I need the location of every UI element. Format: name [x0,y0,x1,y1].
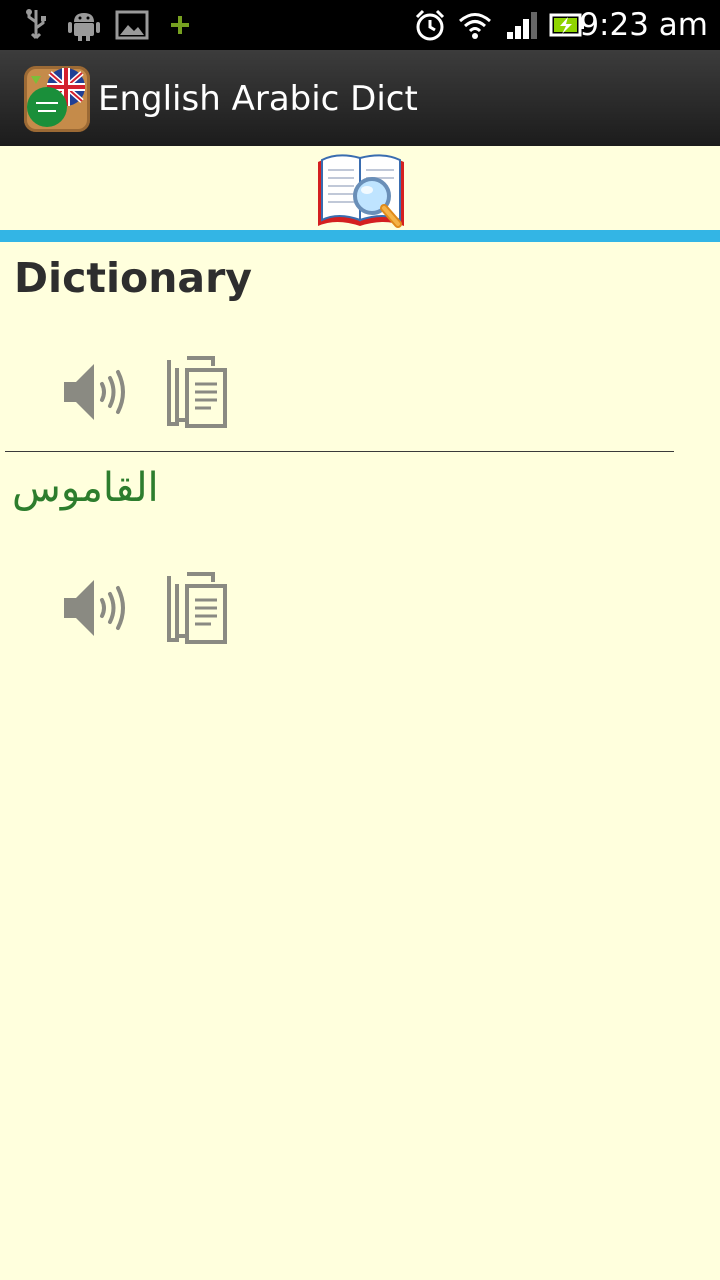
english-speak-button[interactable] [56,352,132,432]
search-header [0,146,720,230]
uk-saudi-flags-logo[interactable] [24,66,90,132]
english-copy-button[interactable] [158,352,234,432]
copy-icon [167,572,227,644]
arabic-speak-button[interactable] [56,568,132,648]
android-debug-icon [66,8,102,42]
arabic-copy-button[interactable] [158,568,234,648]
plus-icon [166,8,194,42]
status-bar: 9:23 am [0,0,720,50]
entry-separator [5,451,674,452]
image-icon [114,8,150,42]
status-time: 9:23 am [579,7,708,43]
app-title: English Arabic Dict [98,79,418,119]
english-word: Dictionary [14,254,253,302]
header-divider [0,230,720,242]
speaker-icon [64,364,125,420]
wifi-icon [456,8,494,42]
signal-icon [504,8,540,42]
speaker-icon [64,580,125,636]
copy-icon [167,356,227,428]
usb-icon [20,8,52,42]
arabic-word: القاموس [12,465,159,511]
book-magnifier-icon[interactable] [314,150,408,242]
alarm-clock-icon [412,8,448,42]
action-bar: English Arabic Dict [0,50,720,147]
